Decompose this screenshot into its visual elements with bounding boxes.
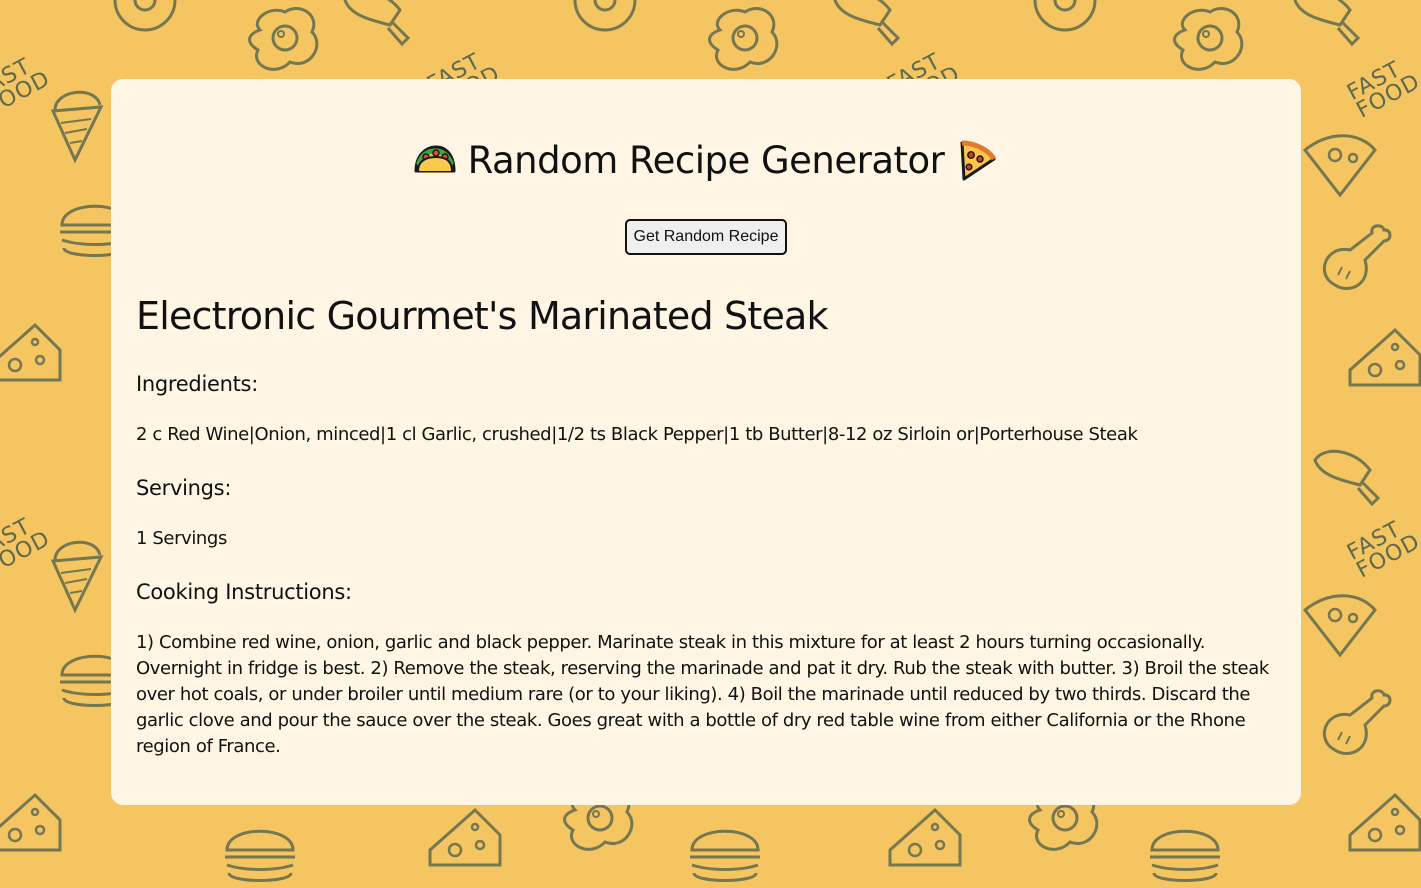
pizza-doodle-icon bbox=[1295, 120, 1385, 210]
fast-food-doodle-text: FAST FOOD bbox=[1343, 56, 1421, 124]
egg-doodle-icon bbox=[700, 0, 790, 90]
get-random-recipe-button[interactable]: Get Random Recipe bbox=[624, 219, 788, 255]
taco-icon bbox=[412, 137, 458, 183]
pizza-doodle-icon bbox=[1295, 580, 1385, 670]
burger-doodle-icon bbox=[215, 805, 305, 888]
popsicle-doodle-icon bbox=[330, 0, 420, 60]
ingredients-heading: Ingredients: bbox=[136, 372, 258, 396]
burger-doodle-icon bbox=[680, 805, 770, 888]
fast-food-doodle-text: FAST FOOD bbox=[1343, 516, 1421, 584]
popsicle-doodle-icon bbox=[1300, 430, 1390, 520]
instructions-text: 1) Combine red wine, onion, garlic and b… bbox=[136, 632, 1269, 757]
popsicle-doodle-icon bbox=[820, 0, 910, 60]
drumstick-doodle-icon bbox=[1310, 215, 1400, 305]
burger-doodle-icon bbox=[1140, 805, 1230, 888]
recipe-title: Electronic Gourmet's Marinated Steak bbox=[136, 294, 829, 338]
page-header: Random Recipe Generator bbox=[111, 137, 1301, 185]
drumstick-doodle-icon bbox=[1310, 680, 1400, 770]
cheese-doodle-icon bbox=[420, 795, 510, 885]
instructions-heading: Cooking Instructions: bbox=[136, 580, 352, 604]
servings-heading: Servings: bbox=[136, 476, 232, 500]
donut-doodle-icon bbox=[100, 0, 190, 45]
page-title: Random Recipe Generator bbox=[467, 139, 945, 182]
cheese-doodle-icon bbox=[1340, 780, 1421, 870]
egg-doodle-icon bbox=[1165, 0, 1255, 90]
donut-doodle-icon bbox=[1020, 0, 1110, 45]
donut-doodle-icon bbox=[560, 0, 650, 45]
cheese-doodle-icon bbox=[0, 780, 70, 870]
egg-doodle-icon bbox=[240, 0, 330, 90]
pizza-icon bbox=[954, 137, 1000, 183]
recipe-card: Random Recipe Generator Get Random Recip… bbox=[111, 79, 1301, 805]
cheese-doodle-icon bbox=[0, 310, 70, 400]
popsicle-doodle-icon bbox=[1280, 0, 1370, 60]
ingredients-text: 2 c Red Wine|Onion, minced|1 cl Garlic, … bbox=[136, 424, 1138, 445]
cheese-doodle-icon bbox=[1340, 315, 1421, 405]
cheese-doodle-icon bbox=[880, 795, 970, 885]
servings-text: 1 Servings bbox=[136, 528, 227, 549]
